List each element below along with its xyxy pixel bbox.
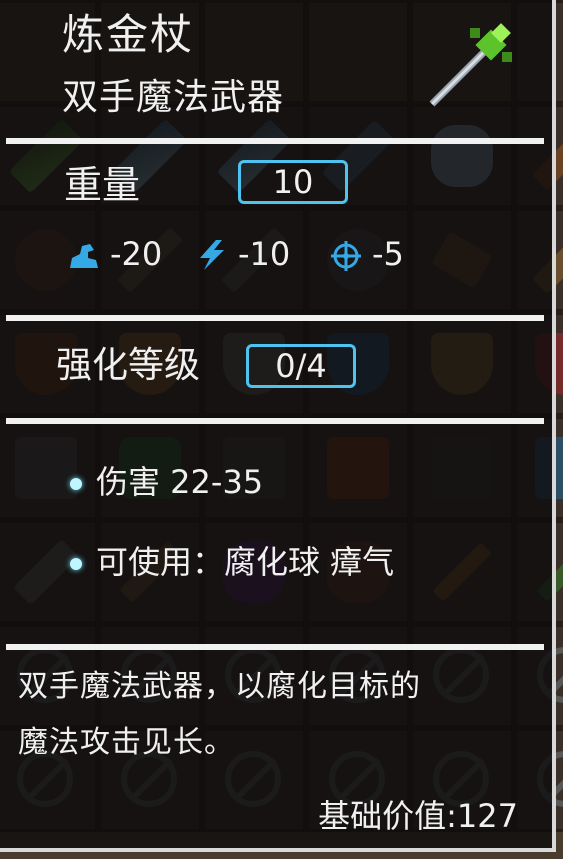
- divider: [6, 644, 544, 650]
- damage-property: 伤害 22-35: [70, 466, 263, 498]
- damage-text: 伤害 22-35: [96, 463, 264, 501]
- accuracy-modifier: -5: [372, 235, 404, 273]
- strength-modifier: -20: [110, 235, 163, 273]
- usable-property: 可使用：腐化球 瘴气: [70, 546, 394, 578]
- divider: [6, 315, 544, 321]
- base-value: 基础价值:127: [318, 797, 518, 835]
- divider: [6, 418, 544, 424]
- strength-arm-icon: [70, 244, 98, 268]
- agility-lightning-icon: [200, 240, 224, 270]
- enhance-label: 强化等级: [56, 345, 201, 386]
- item-tooltip: 炼金杖 双手魔法武器 重量 10 -20 -10 -5 强化等级 0/4 伤害 …: [0, 0, 556, 852]
- divider: [6, 138, 544, 144]
- description-line-1: 双手魔法武器，以腐化目标的: [18, 669, 421, 704]
- item-category: 双手魔法武器: [62, 77, 285, 118]
- alchemy-staff-icon: [429, 23, 512, 107]
- usable-text: 可使用：腐化球 瘴气: [96, 543, 395, 581]
- game-screen: 炼金杖 双手魔法武器 重量 10 -20 -10 -5 强化等级 0/4 伤害 …: [0, 0, 563, 859]
- accuracy-crosshair-icon: [331, 241, 361, 271]
- weight-label: 重量: [64, 163, 141, 207]
- bullet-icon: [70, 558, 82, 570]
- enhance-level: 0/4: [246, 344, 356, 388]
- weight-value: 10: [238, 160, 348, 204]
- item-name: 炼金杖: [62, 10, 195, 59]
- description-line-2: 魔法攻击见长。: [18, 725, 235, 760]
- bullet-icon: [70, 478, 82, 490]
- agility-modifier: -10: [238, 235, 291, 273]
